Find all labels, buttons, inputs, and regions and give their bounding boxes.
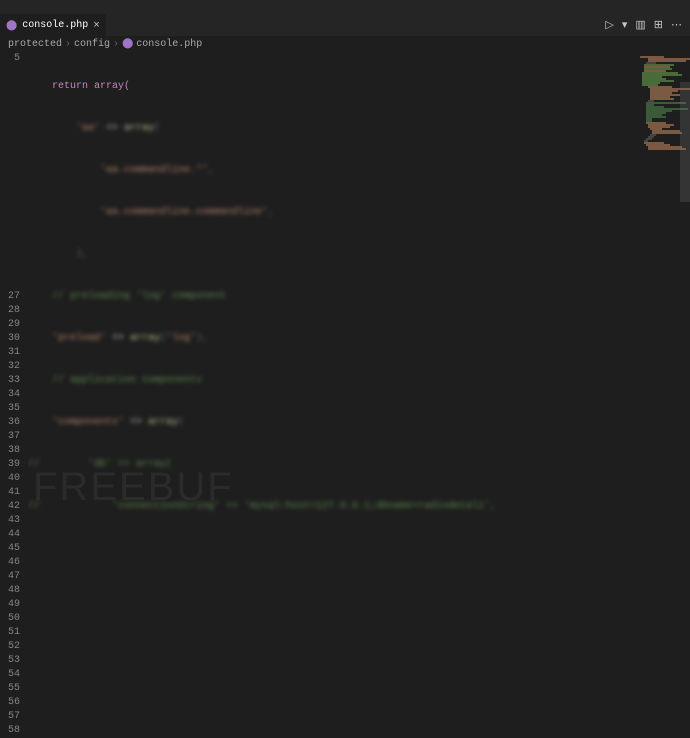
breadcrumb[interactable]: protected › config › ⬤ console.php [0,36,690,52]
line-number: 49 [0,598,20,612]
breadcrumb-seg-file[interactable]: console.php [136,39,202,50]
line-number: 44 [0,528,20,542]
line-number: 29 [0,318,20,332]
line-number: 35 [0,402,20,416]
line-number: 55 [0,682,20,696]
line-number: 48 [0,584,20,598]
code-area[interactable]: return array( 'aa' => array( 'aa.command… [28,52,690,514]
tab-bar: ⬤ console.php × ▷ ▾ ▥ ⊞ ⋯ [0,14,690,36]
line-number: 38 [0,444,20,458]
editor-actions: ▷ ▾ ▥ ⊞ ⋯ [605,14,690,36]
editor[interactable]: 5 27282930313233343536373839404142434445… [0,52,690,514]
line-number: 28 [0,304,20,318]
vertical-scrollbar[interactable] [680,52,690,514]
line-number: 31 [0,346,20,360]
line-number: 27 [0,290,20,304]
line-number: 32 [0,360,20,374]
titlebar [0,0,690,14]
line-number: 51 [0,626,20,640]
more-actions-icon[interactable]: ⋯ [671,18,682,32]
run-icon[interactable]: ▷ [605,18,613,32]
line-number: 43 [0,514,20,528]
line-number: 40 [0,472,20,486]
line-number: 34 [0,388,20,402]
line-number: 50 [0,612,20,626]
layout-icon[interactable]: ⊞ [654,18,663,32]
breadcrumb-seg-config[interactable]: config [74,39,110,50]
php-file-icon: ⬤ [6,20,17,32]
php-file-icon: ⬤ [122,38,133,50]
scroll-thumb[interactable] [680,82,690,202]
split-editor-icon[interactable]: ▥ [635,18,645,32]
line-number: 56 [0,696,20,710]
breadcrumb-seg-protected[interactable]: protected [8,39,62,50]
line-number: 52 [0,640,20,654]
watermark: FREEBUF [33,480,234,494]
chevron-right-icon: › [113,39,119,50]
code-text: return array( [28,81,130,92]
line-number: 30 [0,332,20,346]
line-number: 53 [0,654,20,668]
tab-label: console.php [22,20,88,31]
line-number: 58 [0,724,20,738]
line-number: 47 [0,570,20,584]
line-number: 45 [0,542,20,556]
tab-console-php[interactable]: ⬤ console.php × [0,14,106,36]
line-number: 36 [0,416,20,430]
line-number: 42 [0,500,20,514]
line-number: 46 [0,556,20,570]
line-number: 39 [0,458,20,472]
chevron-right-icon: › [65,39,71,50]
line-number: 54 [0,668,20,682]
run-menu-icon[interactable]: ▾ [622,18,628,32]
gutter: 5 27282930313233343536373839404142434445… [0,52,28,514]
close-icon[interactable]: × [93,20,100,32]
line-number: 33 [0,374,20,388]
line-number: 41 [0,486,20,500]
line-number: 57 [0,710,20,724]
line-number: 5 [0,52,20,66]
line-number: 37 [0,430,20,444]
